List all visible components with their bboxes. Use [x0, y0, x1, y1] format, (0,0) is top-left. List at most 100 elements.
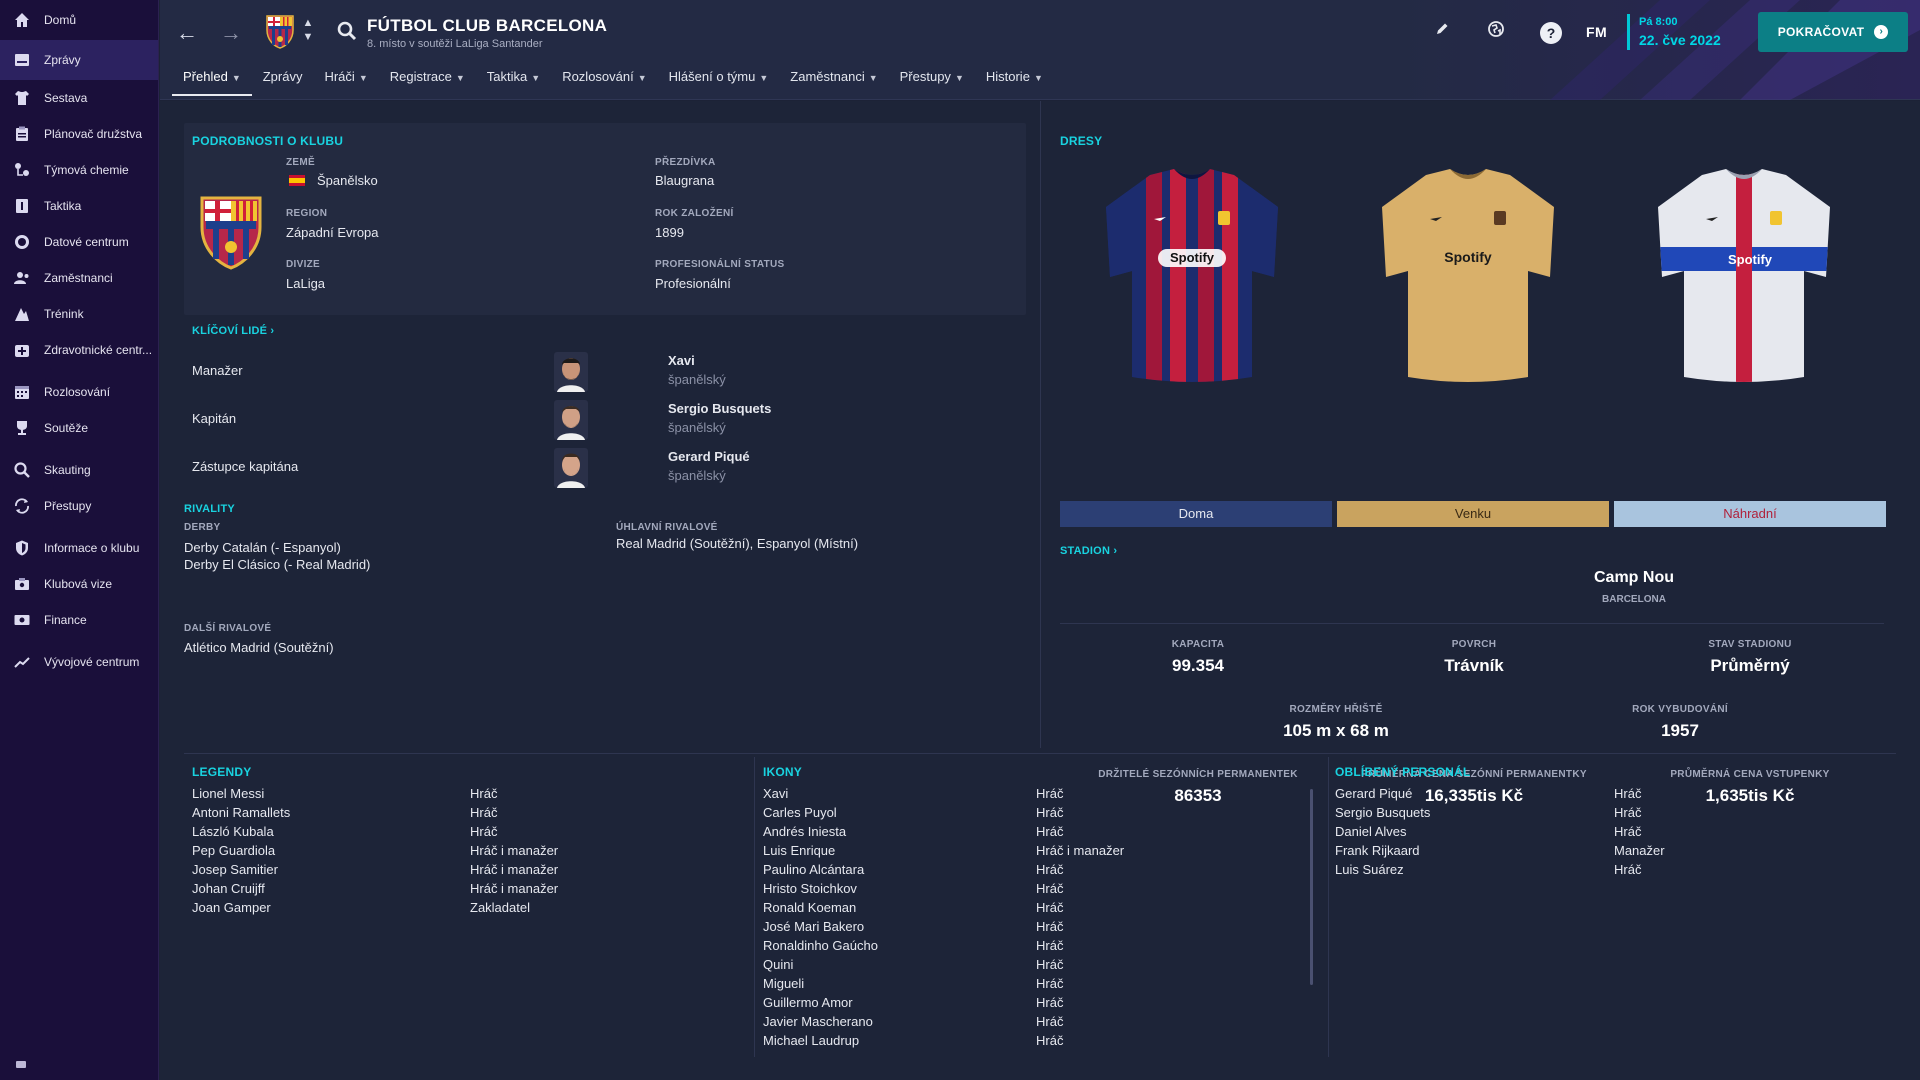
sidebar-item-team-chemistry[interactable]: Týmová chemie [0, 152, 158, 188]
club-switch-arrows[interactable]: ▲ ▼ [301, 16, 315, 46]
tab-news[interactable]: Zprávy [252, 66, 314, 96]
third-kit-image[interactable]: Spotify [1654, 167, 1834, 387]
list-item-name[interactable]: Gerard Piqué [1335, 786, 1412, 801]
division-value[interactable]: LaLiga [286, 276, 325, 291]
world-icon[interactable] [1483, 20, 1509, 46]
list-item-name[interactable]: Johan Cruijff [192, 881, 265, 896]
key-person-name[interactable]: Gerard Piqué [668, 449, 750, 464]
sidebar-item-finances[interactable]: Finance [0, 602, 158, 638]
pitch-size-value: 105 m x 68 m [1283, 721, 1389, 740]
avatar [554, 448, 588, 488]
list-item-name[interactable]: Hristo Stoichkov [763, 881, 857, 896]
list-item-role: Manažer [1614, 843, 1665, 858]
list-item-role: Hráč i manažer [470, 881, 559, 896]
tab-team-report[interactable]: Hlášení o týmu ▼ [658, 66, 780, 96]
sidebar-item-competitions[interactable]: Soutěže [0, 410, 158, 446]
home-kit-label[interactable]: Doma [1060, 501, 1332, 527]
third-kit-label[interactable]: Náhradní [1614, 501, 1886, 527]
list-item-role: Hráč [1036, 805, 1064, 820]
fm-logo[interactable]: FM [1586, 24, 1607, 40]
tab-overview[interactable]: Přehled ▼ [172, 66, 252, 96]
list-item-name[interactable]: Josep Samitier [192, 862, 278, 877]
icons-scrollbar[interactable] [1310, 789, 1313, 985]
stadium-title[interactable]: STADION › [1060, 545, 1117, 557]
key-person-name[interactable]: Xavi [668, 353, 695, 368]
list-item-name[interactable]: Daniel Alves [1335, 824, 1407, 839]
sidebar-item-scouting[interactable]: Skauting [0, 452, 158, 488]
tab-tactics[interactable]: Taktika ▼ [476, 66, 551, 96]
tab-history[interactable]: Historie ▼ [975, 66, 1054, 96]
sidebar-item-tactics[interactable]: Taktika [0, 188, 158, 224]
sidebar-item-data-hub[interactable]: Datové centrum [0, 224, 158, 260]
tab-staff[interactable]: Zaměstnanci ▼ [779, 66, 888, 96]
list-item-name[interactable]: Antoni Ramallets [192, 805, 290, 820]
region-label: REGION [286, 208, 328, 219]
list-item-name[interactable]: Ronaldinho Gaúcho [763, 938, 878, 953]
chevron-down-icon: ▼ [231, 73, 241, 83]
division-label: DIVIZE [286, 259, 321, 270]
list-item-name[interactable]: Luis Suárez [1335, 862, 1404, 877]
list-item-name[interactable]: Xavi [763, 786, 788, 801]
list-item-name[interactable]: Andrés Iniesta [763, 824, 846, 839]
list-item-name[interactable]: Joan Gamper [192, 900, 271, 915]
sidebar-item-development-centre[interactable]: Vývojové centrum [0, 644, 158, 680]
sidebar-item-club-vision[interactable]: Klubová vize [0, 566, 158, 602]
tab-registration[interactable]: Registrace ▼ [379, 66, 476, 96]
spain-flag-icon [289, 175, 305, 186]
column-divider [1040, 101, 1041, 748]
list-item-name[interactable]: Pep Guardiola [192, 843, 275, 858]
trophy-icon [12, 418, 32, 438]
stadium-name[interactable]: Camp Nou [1474, 569, 1794, 587]
list-item-name[interactable]: Javier Mascherano [763, 1014, 873, 1029]
list-item-name[interactable]: Guillermo Amor [763, 995, 853, 1010]
tab-players[interactable]: Hráči ▼ [313, 66, 378, 96]
key-people-title[interactable]: KLÍČOVÍ LIDÉ › [192, 325, 274, 337]
sidebar-item-home[interactable]: Domů [0, 0, 158, 40]
sidebar-collapse-icon[interactable] [16, 1061, 26, 1068]
sidebar-item-club-info[interactable]: Informace o klubu [0, 530, 158, 566]
list-item-name[interactable]: Frank Rijkaard [1335, 843, 1420, 858]
help-icon[interactable]: ? [1540, 22, 1562, 44]
tab-schedule[interactable]: Rozlosování ▼ [551, 66, 657, 96]
sidebar-item-squad[interactable]: Sestava [0, 80, 158, 116]
home-kit-image[interactable]: Spotify [1102, 167, 1282, 387]
country-value[interactable]: Španělsko [317, 173, 378, 188]
list-item-name[interactable]: José Mari Bakero [763, 919, 864, 934]
club-crest-icon[interactable] [264, 14, 296, 50]
away-kit-label[interactable]: Venku [1337, 501, 1609, 527]
list-item-name[interactable]: Luis Enrique [763, 843, 835, 858]
avatar [554, 352, 588, 392]
list-item-name[interactable]: Sergio Busquets [1335, 805, 1430, 820]
back-button[interactable]: ← [174, 20, 200, 46]
continue-button[interactable]: POKRAČOVAT › [1758, 12, 1908, 52]
sidebar-item-staff[interactable]: Zaměstnanci [0, 260, 158, 296]
away-kit-image[interactable]: Spotify [1378, 167, 1558, 387]
key-person-name[interactable]: Sergio Busquets [668, 401, 771, 416]
list-item-name[interactable]: Carles Puyol [763, 805, 837, 820]
sidebar-item-training[interactable]: Trénink [0, 296, 158, 332]
sidebar-item-transfers[interactable]: Přestupy [0, 488, 158, 524]
list-item-name[interactable]: Lionel Messi [192, 786, 264, 801]
shirt-icon [12, 88, 32, 108]
chevron-down-icon: ▼ [954, 73, 964, 83]
sidebar-item-medical-centre[interactable]: Zdravotnické centr... [0, 332, 158, 368]
chemistry-icon [12, 160, 32, 180]
forward-button[interactable]: → [218, 20, 244, 46]
current-date: 22. čve 2022 [1639, 32, 1721, 48]
search-icon[interactable] [336, 20, 360, 44]
sidebar-item-schedule[interactable]: Rozlosování [0, 374, 158, 410]
tab-transfers[interactable]: Přestupy ▼ [889, 66, 975, 96]
list-item-name[interactable]: Paulino Alcántara [763, 862, 864, 877]
page-title: FÚTBOL CLUB BARCELONA [367, 16, 608, 35]
list-item-name[interactable]: László Kubala [192, 824, 274, 839]
sidebar-item-inbox[interactable]: Zprávy [0, 40, 158, 80]
list-item-name[interactable]: Ronald Koeman [763, 900, 856, 915]
scouting-icon [12, 460, 32, 480]
edit-icon[interactable] [1430, 20, 1454, 46]
list-item-role: Hráč [1036, 957, 1064, 972]
list-item-name[interactable]: Migueli [763, 976, 804, 991]
list-item-name[interactable]: Michael Laudrup [763, 1033, 859, 1048]
vision-icon [12, 574, 32, 594]
list-item-name[interactable]: Quini [763, 957, 793, 972]
sidebar-item-squad-planner[interactable]: Plánovač družstva [0, 116, 158, 152]
